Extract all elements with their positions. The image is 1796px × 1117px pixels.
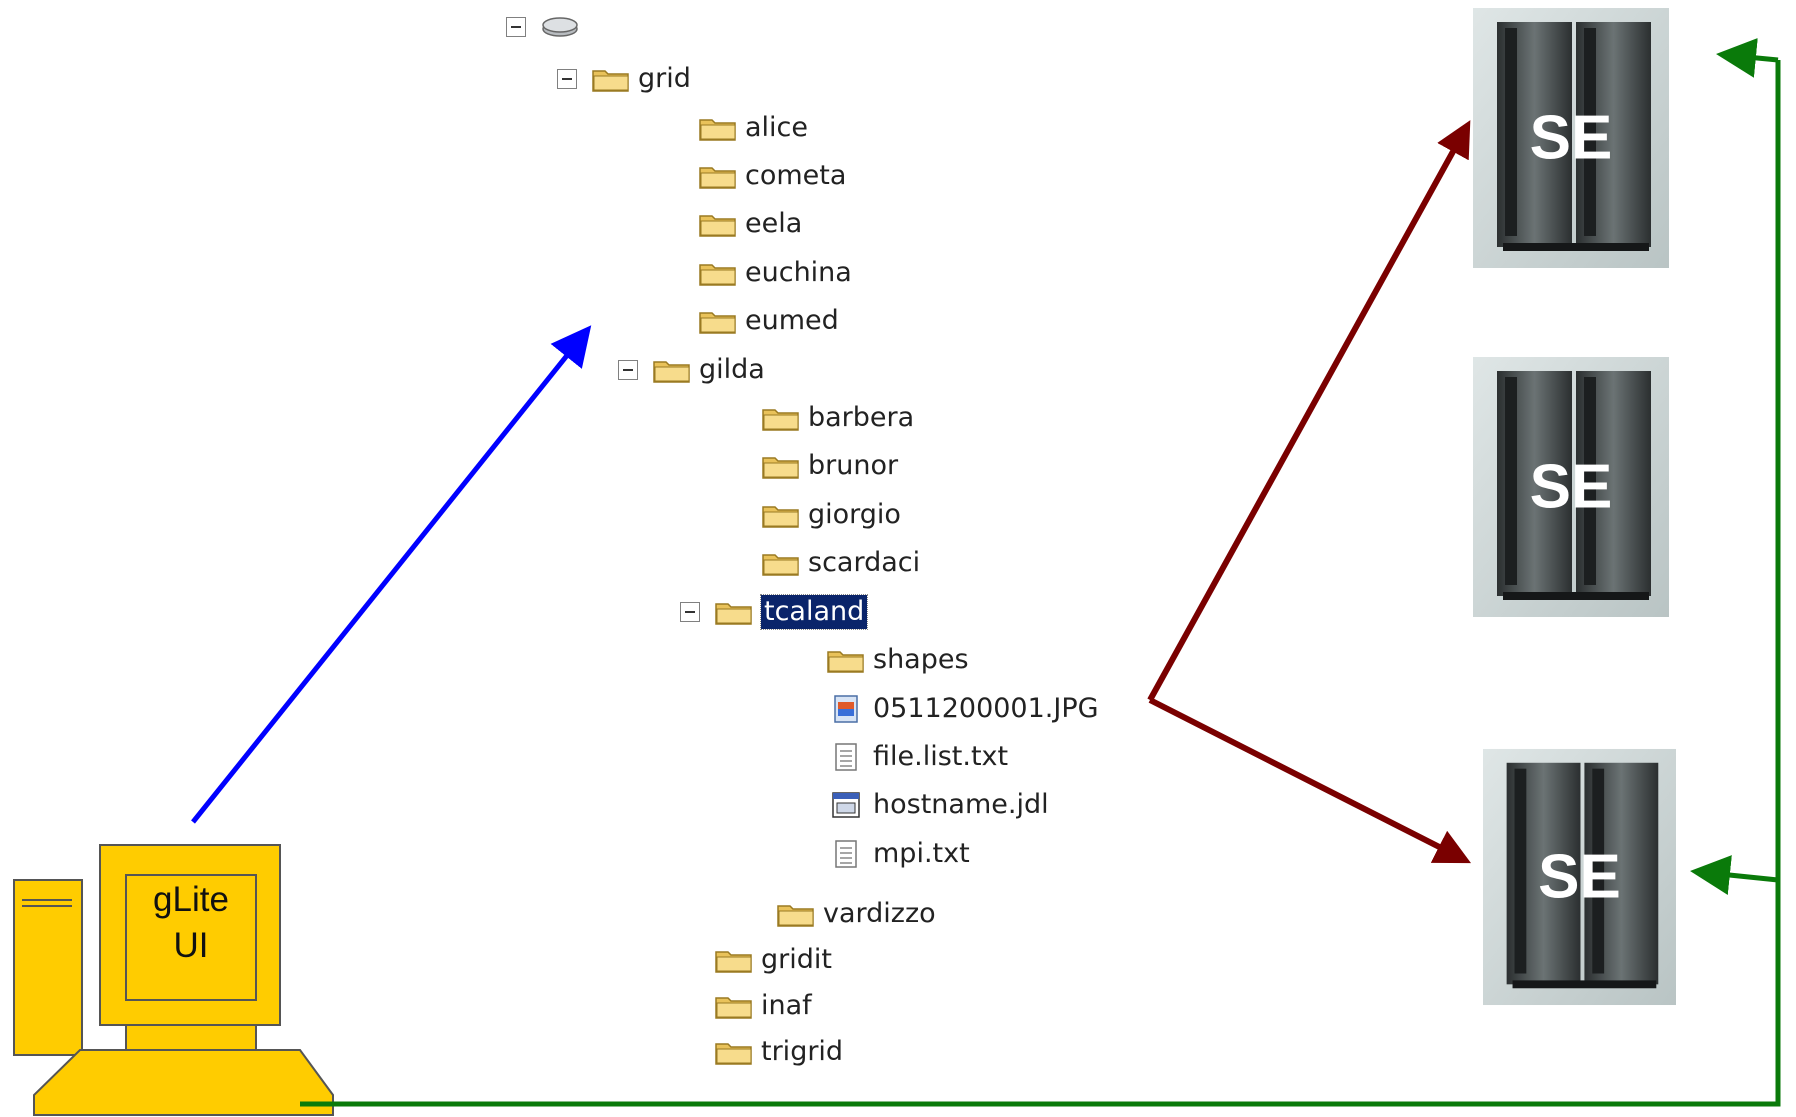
red-arrow-file-to-se-bottom <box>1148 697 1472 864</box>
red-arrow-file-to-se-top <box>1147 120 1471 702</box>
green-line-ui-to-se <box>300 60 1781 1107</box>
blue-arrow-ui-to-catalog <box>191 325 592 824</box>
arrow-overlay <box>191 37 1781 1107</box>
green-arrow-to-se-top <box>1716 37 1779 78</box>
green-arrow-to-se-bottom <box>1690 855 1779 895</box>
